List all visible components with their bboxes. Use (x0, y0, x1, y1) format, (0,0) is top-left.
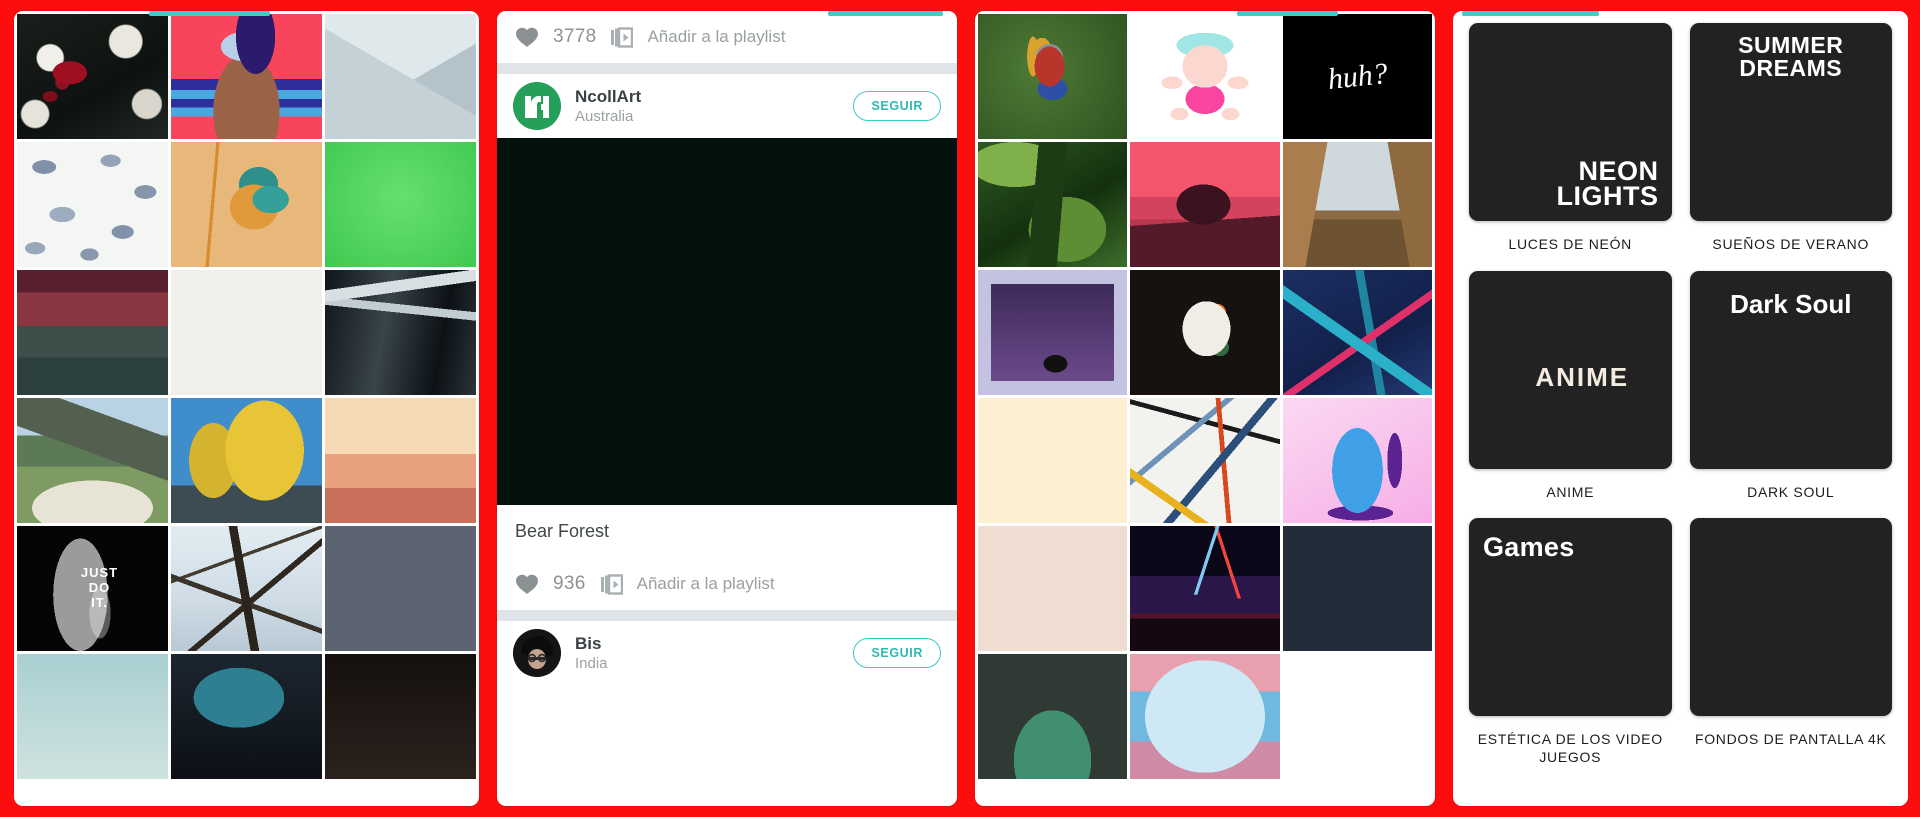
wallpaper-tile[interactable] (171, 654, 322, 779)
collection-thumbnail-anime[interactable]: ANIME (1469, 270, 1672, 469)
like-count: 3778 (553, 26, 597, 47)
collection-thumbnail-neon-lights[interactable]: NEON LIGHTS (1469, 23, 1672, 221)
collection-card[interactable]: Games ESTÉTICA DE LOS VIDEO JUEGOS (1469, 518, 1672, 783)
wallpaper-tile[interactable] (17, 14, 168, 139)
panel-discover-grid: huh? (975, 11, 1435, 806)
discover-tile[interactable] (1130, 398, 1280, 523)
post-actionbar-top: 3778 Añadir a la playlist (497, 11, 957, 63)
discover-tile[interactable] (1282, 142, 1432, 267)
discover-tile[interactable] (978, 398, 1128, 523)
collection-card[interactable]: ANIME ANIME (1469, 270, 1672, 519)
collection-label: FONDOS DE PANTALLA 4K (1694, 731, 1887, 747)
collection-label: ANIME (1546, 483, 1595, 500)
discover-tile[interactable] (978, 142, 1128, 267)
discover-tile[interactable] (978, 526, 1128, 651)
collection-card-grid: NEON LIGHTS LUCES DE NEÓN SUMMER DREAMS (1469, 23, 1892, 783)
scroll-indicator-panel2[interactable] (828, 11, 944, 16)
author-location: Australia (575, 107, 634, 125)
scroll-indicator-panel4[interactable] (1462, 11, 1599, 16)
wallpaper-tile[interactable] (171, 398, 322, 523)
avatar[interactable] (513, 82, 561, 130)
author-row[interactable]: NcollArt Australia SEGUIR (497, 74, 957, 138)
discover-grid: huh? (975, 11, 1435, 806)
discover-tile[interactable] (1130, 654, 1280, 779)
discover-tile[interactable] (1282, 398, 1432, 523)
author-name: Bis (575, 633, 602, 653)
collection-thumbnail-summer-dreams[interactable]: SUMMER DREAMS (1689, 23, 1892, 221)
author-name: NcollArt (575, 86, 642, 106)
overlay-text: ANIME (1535, 361, 1630, 392)
collections-container: NEON LIGHTS LUCES DE NEÓN SUMMER DREAMS (1453, 11, 1908, 783)
collection-thumbnail-dark-soul[interactable]: Dark Soul (1689, 270, 1892, 469)
second-author-info: Bis India (575, 633, 839, 674)
wallpaper-tile[interactable] (171, 270, 322, 395)
post-actionbar-second: 936 Añadir a la playlist (497, 558, 957, 610)
wallpaper-tile[interactable] (17, 142, 168, 267)
post-photo[interactable] (497, 138, 957, 505)
discover-tile[interactable] (1130, 270, 1280, 395)
wallpaper-tile[interactable] (325, 654, 476, 779)
wallpaper-tile[interactable] (171, 14, 322, 139)
collection-label: SUEÑOS DE VERANO (1712, 236, 1870, 252)
screenshot-stage: JUST DO IT. 3778 Añadir a la playlist Nc… (0, 0, 1920, 817)
overlay-text: Dark Soul (1730, 288, 1852, 319)
discover-tile[interactable] (1282, 526, 1432, 651)
discover-tile[interactable]: huh? (1282, 14, 1432, 139)
follow-button[interactable]: SEGUIR (853, 91, 941, 121)
collection-card[interactable]: Dark Soul DARK SOUL (1689, 270, 1892, 519)
wallpaper-tile[interactable] (17, 398, 168, 523)
wallpaper-tile[interactable] (171, 526, 322, 651)
wallpaper-tile[interactable] (17, 654, 168, 779)
discover-tile[interactable] (1282, 654, 1432, 779)
collection-label: ESTÉTICA DE LOS VIDEO JUEGOS (1477, 731, 1663, 765)
wallpaper-tile[interactable] (325, 270, 476, 395)
overlay-text: Games (1483, 532, 1575, 562)
add-to-playlist-label[interactable]: Añadir a la playlist (637, 574, 775, 594)
heart-icon[interactable] (515, 573, 539, 595)
follow-button[interactable]: SEGUIR (853, 638, 941, 668)
author-location: India (575, 654, 608, 672)
collection-card[interactable]: SUMMER DREAMS SUEÑOS DE VERANO (1689, 23, 1892, 271)
wallpaper-tile[interactable] (325, 14, 476, 139)
panel-wallpaper-grid: JUST DO IT. (14, 11, 479, 806)
discover-tile[interactable] (1282, 270, 1432, 395)
discover-tile[interactable] (1130, 14, 1280, 139)
panel-feed: 3778 Añadir a la playlist NcollArt Austr… (497, 11, 957, 806)
collection-label: DARK SOUL (1747, 483, 1835, 500)
overlay-line-2: DREAMS (1739, 55, 1843, 82)
wallpaper-tile[interactable] (17, 270, 168, 395)
discover-tile[interactable] (1130, 526, 1280, 651)
collection-thumbnail-games[interactable]: Games (1469, 518, 1672, 716)
second-author-row[interactable]: Bis India SEGUIR (497, 621, 957, 685)
add-to-playlist-icon[interactable] (610, 26, 634, 49)
scroll-indicator-panel3[interactable] (1237, 11, 1339, 16)
panel-collections: NEON LIGHTS LUCES DE NEÓN SUMMER DREAMS (1453, 11, 1908, 806)
add-to-playlist-icon[interactable] (600, 573, 623, 596)
author-info: NcollArt Australia (575, 86, 839, 127)
collection-card[interactable]: FONDOS DE PANTALLA 4K (1689, 518, 1892, 783)
like-count: 936 (553, 573, 586, 594)
add-to-playlist-label[interactable]: Añadir a la playlist (647, 27, 785, 47)
wallpaper-tile[interactable] (325, 142, 476, 267)
heart-icon[interactable] (515, 26, 539, 48)
overlay-line-1: SUMMER (1738, 32, 1844, 58)
discover-tile[interactable] (1130, 142, 1280, 267)
wallpaper-grid: JUST DO IT. (14, 11, 479, 806)
discover-tile[interactable] (978, 14, 1128, 139)
wallpaper-tile[interactable] (325, 526, 476, 651)
avatar[interactable] (513, 629, 561, 677)
wallpaper-tile[interactable] (325, 398, 476, 523)
wallpaper-tile[interactable] (171, 142, 322, 267)
wallpaper-tile[interactable]: JUST DO IT. (17, 526, 168, 651)
scroll-indicator-panel1[interactable] (148, 11, 270, 16)
discover-tile[interactable] (978, 270, 1128, 395)
collection-label: LUCES DE NEÓN (1508, 236, 1632, 252)
section-divider (497, 63, 957, 74)
section-divider (497, 610, 957, 621)
photo-title: Bear Forest (497, 505, 957, 558)
overlay-line-2: LIGHTS (1556, 181, 1659, 212)
collection-thumbnail-wallpapers-4k[interactable] (1689, 518, 1892, 716)
discover-tile[interactable] (978, 654, 1128, 779)
collection-card[interactable]: NEON LIGHTS LUCES DE NEÓN (1469, 23, 1672, 271)
